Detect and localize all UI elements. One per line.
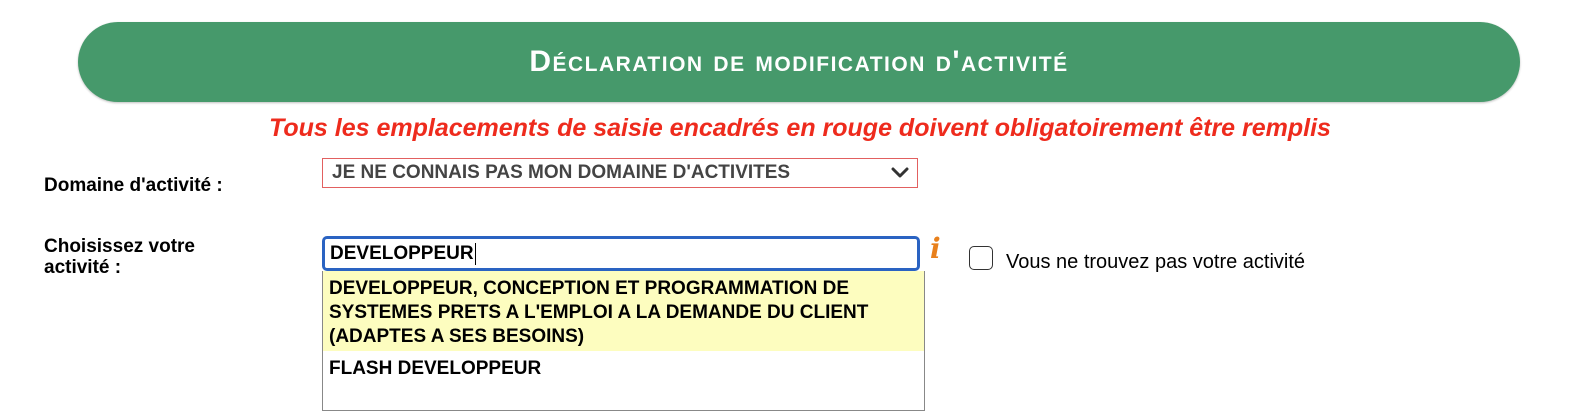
activity-suggestions-list: DEVELOPPEUR, CONCEPTION ET PROGRAMMATION… (322, 271, 925, 411)
activity-not-found-checkbox[interactable] (969, 246, 993, 270)
activity-not-found-label[interactable]: Vous ne trouvez pas votre activité (1006, 251, 1305, 274)
domain-label: Domaine d'activité : (44, 175, 223, 196)
suggestion-item[interactable]: FLASH DEVELOPPEUR (323, 351, 924, 383)
page-title: Déclaration de modification d'activité (529, 45, 1069, 78)
domain-selected-value: JE NE CONNAIS PAS MON DOMAINE D'ACTIVITE… (332, 162, 791, 183)
domain-select[interactable]: JE NE CONNAIS PAS MON DOMAINE D'ACTIVITE… (322, 158, 918, 188)
header-banner: Déclaration de modification d'activité (78, 22, 1520, 102)
activity-input-value: DEVELOPPEUR (330, 242, 474, 264)
suggestion-item[interactable]: DEVELOPPEUR, CONCEPTION ET PROGRAMMATION… (323, 271, 924, 351)
activity-label-line2: activité : (44, 257, 122, 278)
required-fields-notice: Tous les emplacements de saisie encadrés… (269, 114, 1331, 142)
activity-label-line1: Choisissez votre (44, 236, 195, 257)
text-caret (474, 242, 477, 265)
activity-search-input[interactable]: DEVELOPPEUR (322, 236, 920, 271)
activity-label: Choisissez votre activité : (44, 236, 195, 278)
info-icon[interactable]: i (930, 234, 941, 264)
chevron-down-icon (891, 167, 909, 178)
